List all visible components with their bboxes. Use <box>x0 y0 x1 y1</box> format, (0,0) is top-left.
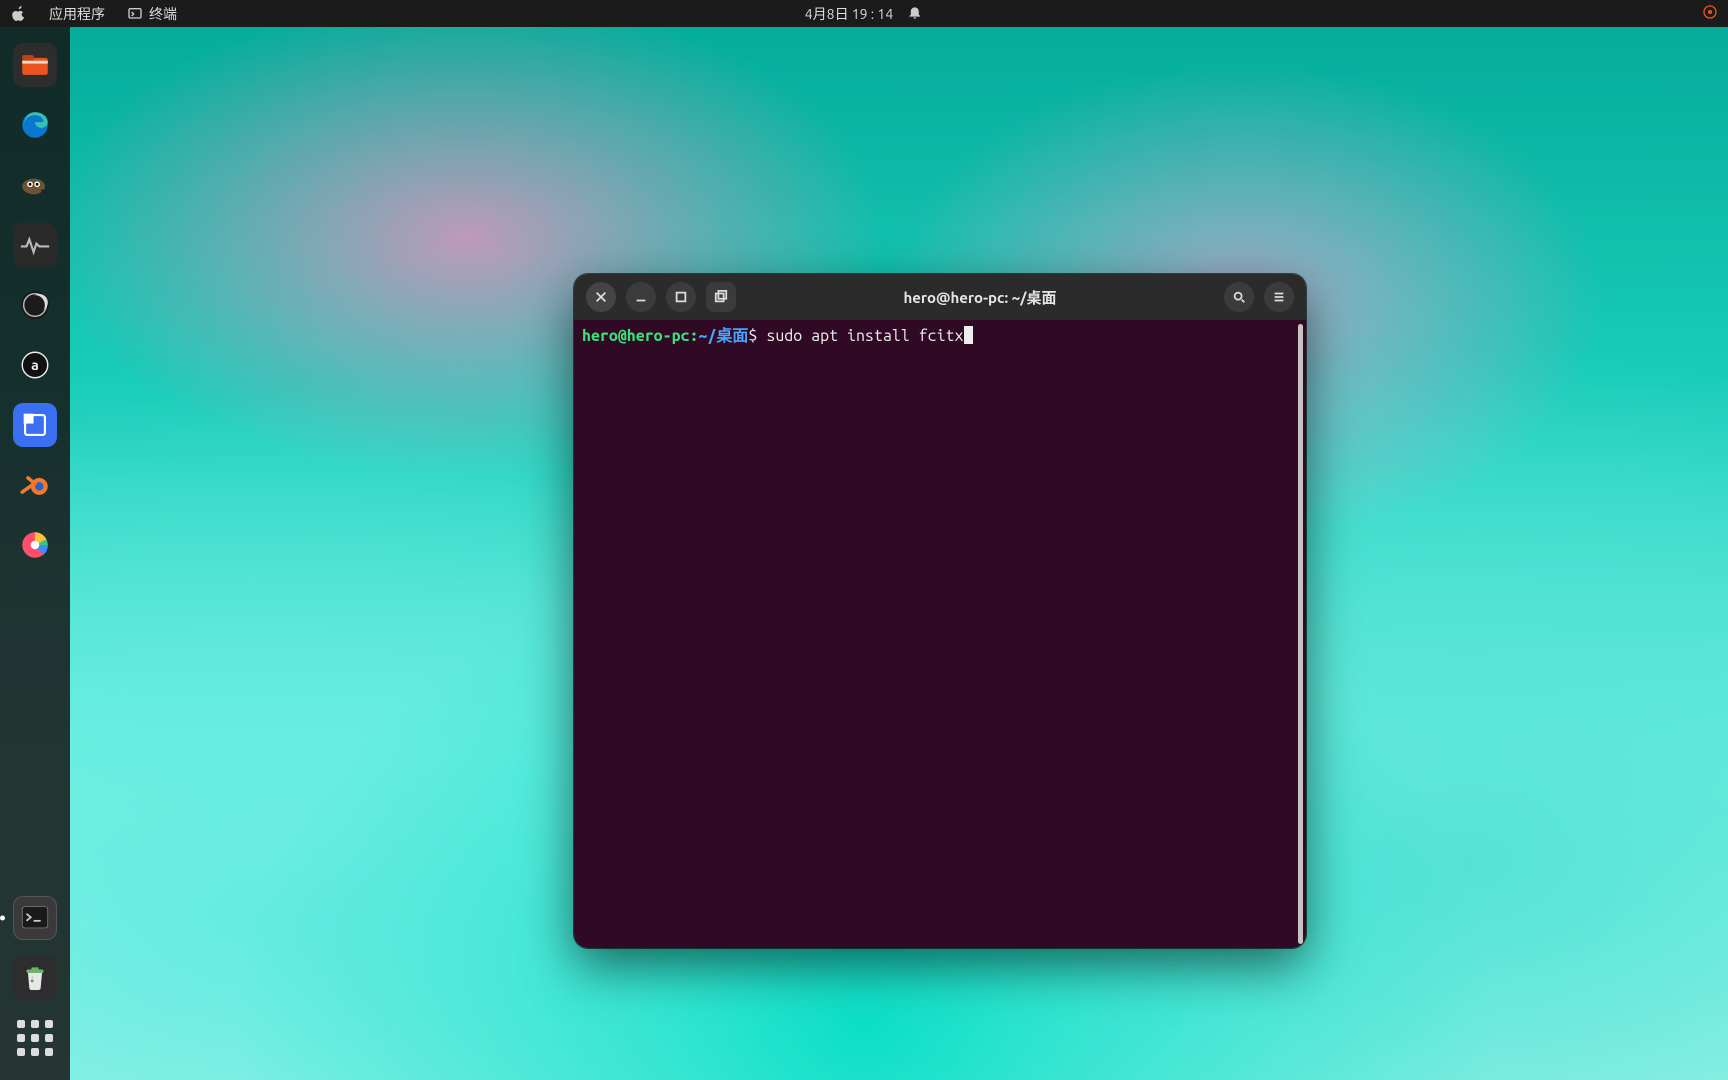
edge-icon <box>18 108 52 142</box>
window-maximize-button[interactable] <box>666 282 696 312</box>
window-minimize-button[interactable] <box>626 282 656 312</box>
hamburger-menu-button[interactable] <box>1264 282 1294 312</box>
clock[interactable]: 4月8日 19 : 14 <box>805 4 893 24</box>
command-value: sudo apt install fcitx <box>766 327 963 345</box>
obs-icon <box>18 288 52 322</box>
dock-item-disk-usage[interactable] <box>13 523 57 567</box>
terminal-titlebar[interactable]: hero@hero-pc: ~/桌面 <box>574 274 1306 320</box>
files-icon <box>18 48 52 82</box>
terminal-icon <box>18 901 52 935</box>
dock: a <box>0 27 70 1080</box>
window-close-button[interactable] <box>586 282 616 312</box>
dock-item-gimp[interactable] <box>13 163 57 207</box>
maximize-icon <box>674 290 688 304</box>
terminal-window: hero@hero-pc: ~/桌面 hero@hero-pc:~/桌面$ su… <box>574 274 1306 948</box>
search-icon <box>1232 290 1246 304</box>
search-button[interactable] <box>1224 282 1254 312</box>
heartbeat-icon <box>18 228 52 262</box>
disk-usage-icon <box>18 528 52 562</box>
notifications-icon[interactable] <box>907 4 923 23</box>
system-menu[interactable] <box>10 5 27 22</box>
new-tab-icon <box>714 290 728 304</box>
show-applications-button[interactable] <box>13 1016 57 1060</box>
close-icon <box>594 290 608 304</box>
blender-icon <box>18 468 52 502</box>
letter-a-icon: a <box>18 348 52 382</box>
active-app-label: 终端 <box>149 4 177 24</box>
prompt-symbol: $ <box>748 327 757 345</box>
dock-item-trash[interactable] <box>13 956 57 1000</box>
terminal-scrollbar[interactable] <box>1298 324 1303 944</box>
dock-item-files[interactable] <box>13 43 57 87</box>
dock-item-terminal[interactable] <box>13 896 57 940</box>
terminal-body[interactable]: hero@hero-pc:~/桌面$ sudo apt install fcit… <box>574 320 1306 948</box>
dock-item-obs[interactable] <box>13 283 57 327</box>
prompt-colon: : <box>690 327 699 345</box>
new-tab-button[interactable] <box>706 282 736 312</box>
dock-item-app-a[interactable]: a <box>13 343 57 387</box>
terminal-cursor <box>964 326 973 344</box>
status-menu-icon[interactable] <box>1702 4 1718 23</box>
window-title: hero@hero-pc: ~/桌面 <box>736 287 1224 308</box>
dock-item-system-monitor[interactable] <box>13 223 57 267</box>
terminal-small-icon <box>127 6 143 22</box>
screenshot-icon <box>18 408 52 442</box>
prompt-user-host: hero@hero-pc <box>582 327 690 345</box>
trash-icon <box>18 961 52 995</box>
active-app-indicator[interactable]: 终端 <box>127 4 177 24</box>
top-panel: 应用程序 终端 4月8日 19 : 14 <box>0 0 1728 27</box>
dock-item-blender[interactable] <box>13 463 57 507</box>
gimp-icon <box>18 168 52 202</box>
apple-icon <box>10 5 27 22</box>
dock-item-edge[interactable] <box>13 103 57 147</box>
hamburger-icon <box>1272 290 1286 304</box>
svg-text:a: a <box>31 357 39 373</box>
minimize-icon <box>634 290 648 304</box>
dock-item-screenshot[interactable] <box>13 403 57 447</box>
applications-menu[interactable]: 应用程序 <box>49 4 105 24</box>
prompt-path: ~/桌面 <box>699 327 749 345</box>
